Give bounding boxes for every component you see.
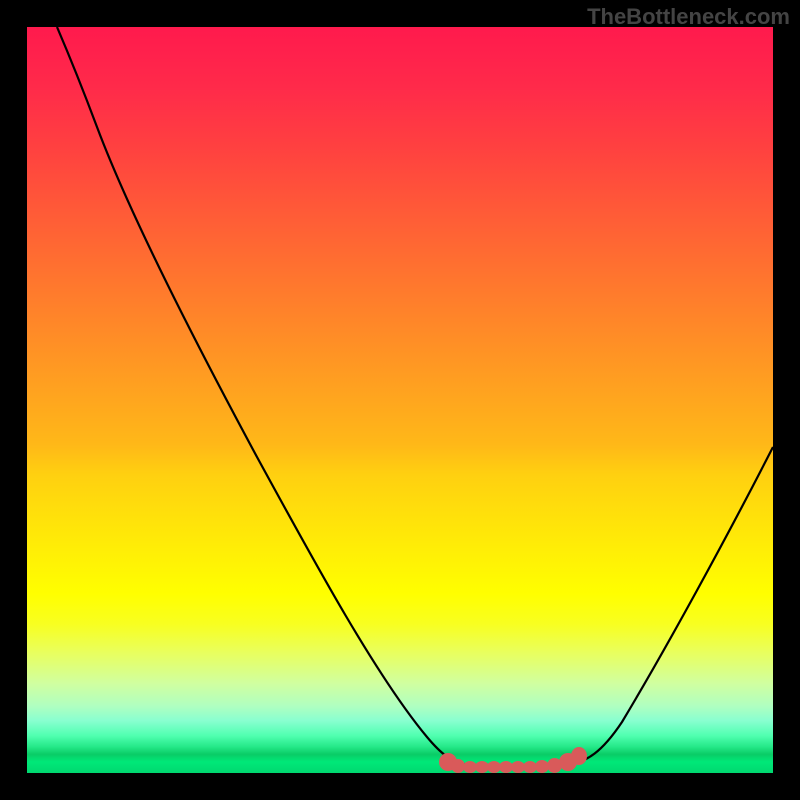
curve-line <box>27 27 773 773</box>
watermark: TheBottleneck.com <box>587 4 790 30</box>
chart-plot-area <box>27 27 773 773</box>
marker-dot <box>571 747 587 765</box>
